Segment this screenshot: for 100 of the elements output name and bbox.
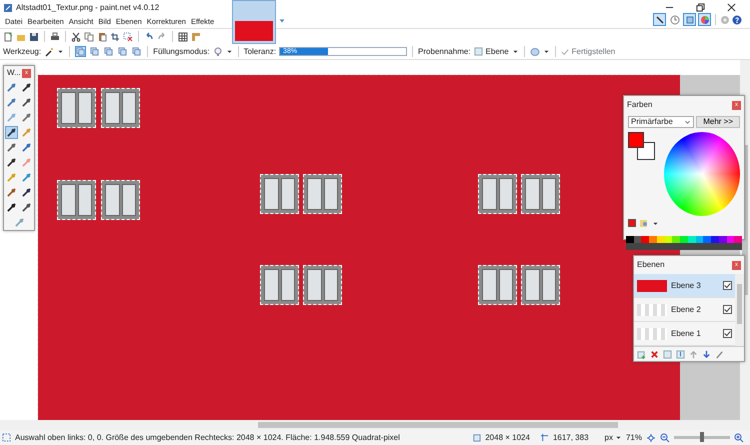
more-button[interactable]: Mehr >> [696, 116, 740, 128]
panel-title: W... [7, 67, 21, 79]
layer-name: Ebene 3 [671, 280, 702, 292]
cursor-position: 1617, 383 [552, 432, 589, 444]
finish-button[interactable]: Fertigstellen [572, 46, 616, 58]
unit-dropdown[interactable]: px [604, 432, 613, 444]
cut-icon[interactable] [71, 32, 81, 42]
window-drawing [260, 174, 299, 214]
window-title: Altstadt01_Textur.png - paint.net v4.0.12 [16, 2, 160, 14]
primary-color-swatch[interactable] [628, 132, 644, 148]
panel-toggle-button[interactable] [698, 13, 711, 26]
layer-name: Ebene 1 [671, 328, 702, 340]
color-dropdown[interactable]: Primärfarbe [628, 116, 694, 128]
layers-icon [684, 14, 694, 24]
sampling-label: Probennahme: [418, 46, 471, 58]
checkmark-icon [724, 330, 731, 337]
panel-toggle-button[interactable] [668, 13, 681, 26]
delete-icon[interactable] [650, 350, 659, 359]
selection-mode-button[interactable] [131, 46, 142, 57]
deselect-icon[interactable] [123, 32, 133, 42]
window-drawing [57, 180, 96, 220]
panel-title: Farben [627, 99, 652, 111]
zoom-fit-icon[interactable] [646, 432, 656, 442]
checkmark-icon [724, 306, 731, 313]
clock-icon [670, 14, 680, 24]
window-drawing [521, 265, 560, 305]
horizontal-scrollbar[interactable] [0, 420, 750, 430]
caret-icon[interactable] [226, 48, 233, 55]
image-thumbnail-tab[interactable] [232, 0, 276, 44]
selection-info: Auswahl oben links: 0, 0. Größe des umgebenden Rechtecks: 2048 × 1024. Fläche: 1.948.559 Quadrat-pixel [15, 432, 400, 444]
color-palette[interactable] [626, 236, 742, 250]
tool-button[interactable] [20, 81, 33, 94]
selection-mode-button[interactable] [117, 46, 128, 57]
image-size-icon [472, 433, 482, 442]
properties-icon[interactable] [715, 350, 724, 359]
redo-icon[interactable] [157, 32, 167, 42]
caret-icon[interactable] [614, 434, 622, 441]
grid-icon[interactable] [178, 32, 188, 42]
undo-icon[interactable] [144, 32, 154, 42]
tool-button[interactable] [20, 201, 33, 214]
zoom-out-icon[interactable] [660, 432, 670, 442]
caret-icon[interactable] [542, 48, 550, 55]
paste-icon[interactable] [97, 32, 107, 42]
tool-button[interactable] [20, 186, 33, 199]
tool-button[interactable] [5, 201, 18, 214]
layer-thumbnail [637, 304, 667, 316]
selection-mode-button[interactable] [89, 46, 100, 57]
help-icon[interactable] [732, 14, 742, 24]
add-layer-icon[interactable] [637, 350, 646, 359]
layer-row[interactable]: Ebene 3 [634, 274, 735, 298]
layer-thumbnail [637, 280, 667, 292]
tool-button[interactable] [20, 96, 33, 109]
window-drawing [57, 88, 96, 128]
merge-down-icon[interactable] [676, 350, 685, 359]
visibility-checkbox[interactable] [723, 281, 732, 290]
layer-thumbnail [637, 328, 667, 340]
panel-title: Ebenen [637, 259, 665, 271]
chevron-icon [684, 118, 691, 126]
close-icon[interactable] [727, 3, 736, 12]
save-icon[interactable] [29, 32, 39, 42]
layer-row[interactable]: Ebene 2 [634, 298, 735, 322]
zoom-in-icon[interactable] [734, 432, 744, 442]
checkmark-icon [724, 282, 731, 289]
restore-icon[interactable] [696, 3, 705, 12]
selection-mode-button[interactable] [103, 46, 114, 57]
zoom-value[interactable]: 71% [626, 432, 642, 444]
window-drawing [478, 174, 517, 214]
print-icon[interactable] [50, 32, 60, 42]
panel-toggle-button[interactable] [653, 13, 666, 26]
arrow-down-icon[interactable] [702, 350, 711, 359]
window-drawing [101, 180, 140, 220]
tolerance-label: Toleranz: [244, 46, 276, 58]
selection-icon [2, 433, 11, 442]
zoom-slider-thumb[interactable] [700, 432, 704, 442]
window-drawing [303, 174, 342, 214]
caret-icon[interactable] [57, 48, 64, 55]
dropdown-value: Primärfarbe [631, 116, 673, 128]
panel-toggle-button[interactable] [683, 13, 696, 26]
layer-row[interactable]: Ebene 1 [634, 322, 735, 346]
palette-color-icon[interactable] [628, 219, 636, 227]
sampling-value[interactable]: Ebene [486, 46, 509, 58]
crop-icon[interactable] [110, 32, 120, 42]
layer-name: Ebene 2 [671, 304, 702, 316]
layer-icon[interactable] [474, 47, 483, 56]
layers-scrollbar[interactable] [735, 274, 744, 346]
checkmark-icon[interactable] [560, 48, 569, 56]
dropdown-arrow-icon[interactable] [278, 17, 286, 25]
tool-button[interactable] [5, 126, 18, 139]
visibility-checkbox[interactable] [723, 305, 732, 314]
tool-button[interactable] [5, 156, 18, 169]
window-drawing [260, 265, 299, 305]
caret-icon[interactable] [512, 48, 519, 55]
visibility-checkbox[interactable] [723, 329, 732, 338]
window-drawing [101, 88, 140, 128]
selection-mode-button[interactable] [75, 46, 86, 57]
app-icon [3, 2, 13, 12]
window-drawing [303, 265, 342, 305]
new-file-icon[interactable] [3, 32, 13, 42]
color-wheel-icon [700, 14, 710, 24]
fill-mode-label: Füllungsmodus: [153, 46, 210, 58]
